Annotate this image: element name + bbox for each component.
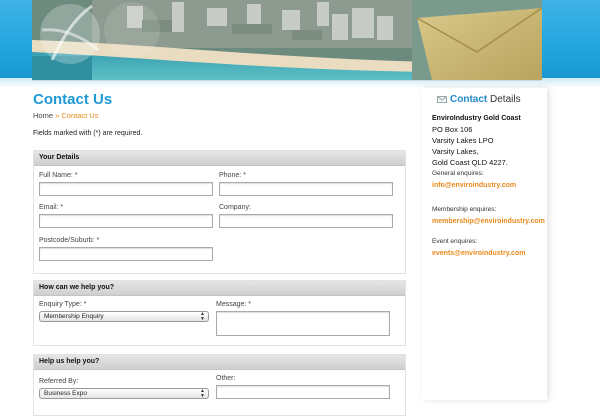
your-details-section: Your Details Full Name: * Phone: * Email… [33,150,406,274]
breadcrumb-home-link[interactable]: Home [33,111,53,120]
section-heading: Help us help you? [34,355,405,370]
company-name: EnviroIndustry Gold Coast [432,115,521,122]
required-fields-note: Fields marked with (*) are required. [33,130,143,137]
header-banner-image [32,0,542,81]
company-label: Company: [219,204,251,211]
phone-field-group: Phone: * [219,172,393,196]
event-block: Event enquires: events@enviroindustry.co… [432,236,525,259]
help-section: How can we help you? Enquiry Type: * Mem… [33,280,406,346]
email-input[interactable] [39,214,213,228]
message-label: Message: * [216,301,252,308]
message-textarea[interactable] [216,311,390,336]
select-arrows-icon: ▲ ▼ [200,388,205,399]
email-label: Email: * [39,204,64,211]
other-field-group: Other: [216,375,390,399]
breadcrumb: Home » Contact Us [33,111,98,120]
other-label: Other: [216,375,236,382]
address-line: Gold Coast QLD 4227. [432,158,508,167]
general-enquiries-label: General enquires: [432,170,484,177]
address-line: Varsity Lakes, [432,147,479,156]
membership-enquiries-label: Membership enquires: [432,206,497,213]
referred-by-label: Referred By: [39,378,79,385]
company-input[interactable] [219,214,393,228]
referral-section: Help us help you? Referred By: Business … [33,354,406,416]
email-field-group: Email: * [39,204,213,228]
select-arrows-icon: ▲ ▼ [200,311,205,322]
address-block: EnviroIndustry Gold Coast PO Box 106 Var… [432,113,521,191]
general-email-link[interactable]: info@enviroindustry.com [432,182,516,189]
address-line: PO Box 106 [432,125,473,134]
referred-by-selected-value: Business Expo [44,390,87,397]
breadcrumb-current: Contact Us [61,111,99,120]
breadcrumb-separator: » [55,111,60,120]
postcode-label: Postcode/Suburb: * [39,237,100,244]
company-field-group: Company: [219,204,393,228]
referred-by-select[interactable]: Business Expo ▲ ▼ [39,388,209,399]
referred-by-field-group: Referred By: Business Expo ▲ ▼ [39,378,209,399]
event-enquiries-label: Event enquires: [432,238,478,245]
message-field-group: Message: * [216,301,390,336]
contact-heading-rest: Details [490,94,521,105]
postcode-input[interactable] [39,247,213,261]
membership-email-link[interactable]: membership@enviroindustry.com [432,218,545,225]
phone-input[interactable] [219,182,393,196]
section-heading: Your Details [34,151,405,166]
address-line: Varsity Lakes LPO [432,136,494,145]
enquiry-type-field-group: Enquiry Type: * Membership Enquiry ▲ ▼ [39,301,209,322]
page-title: Contact Us [33,91,113,108]
postcode-field-group: Postcode/Suburb: * [39,237,213,261]
mail-icon [437,95,447,103]
full-name-input[interactable] [39,182,213,196]
membership-block: Membership enquires: membership@enviroin… [432,204,545,227]
phone-label: Phone: * [219,172,246,179]
full-name-field-group: Full Name: * [39,172,213,196]
contact-details-heading: Contact Details [437,94,521,105]
other-input[interactable] [216,385,390,399]
section-heading: How can we help you? [34,281,405,296]
event-email-link[interactable]: events@enviroindustry.com [432,250,525,257]
full-name-label: Full Name: * [39,172,78,179]
contact-heading-accent: Contact [450,94,488,105]
enquiry-type-select[interactable]: Membership Enquiry ▲ ▼ [39,311,209,322]
enquiry-type-selected-value: Membership Enquiry [44,313,104,320]
enquiry-type-label: Enquiry Type: * [39,301,87,308]
